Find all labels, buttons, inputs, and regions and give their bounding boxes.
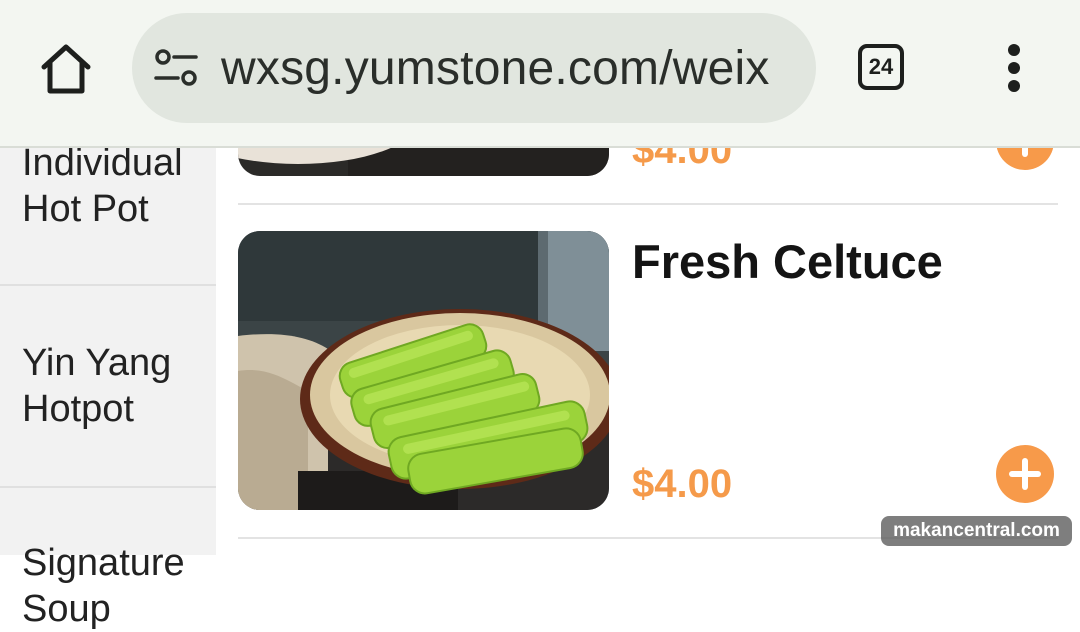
list-divider	[238, 203, 1058, 205]
category-divider	[0, 486, 216, 488]
product-name: Fresh Celtuce	[632, 235, 943, 288]
home-button[interactable]	[36, 40, 96, 100]
add-to-cart-button[interactable]	[996, 445, 1054, 503]
category-individual-hot-pot[interactable]: Individual Hot Pot	[0, 140, 216, 232]
tab-count: 24	[868, 54, 894, 79]
browser-toolbar: wxsg.yumstone.com/weix 24	[0, 0, 1080, 148]
product-image[interactable]	[238, 231, 609, 510]
more-vert-icon[interactable]	[996, 44, 1032, 92]
address-bar[interactable]: wxsg.yumstone.com/weix	[132, 13, 816, 123]
product-price: $4.00	[632, 462, 733, 506]
watermark: makancentral.com	[881, 516, 1072, 546]
home-icon	[41, 44, 91, 94]
category-label: Signature Soup	[22, 542, 185, 630]
category-yin-yang-hotpot[interactable]: Yin Yang Hotpot	[0, 340, 216, 432]
celtuce-photo	[238, 231, 609, 510]
category-signature-soup[interactable]: Signature Soup	[0, 540, 216, 632]
category-divider	[0, 284, 216, 286]
tune-icon[interactable]	[154, 49, 198, 87]
category-label: Yin Yang Hotpot	[22, 342, 172, 430]
category-label: Individual Hot Pot	[22, 142, 183, 230]
url-text[interactable]: wxsg.yumstone.com/weix	[221, 41, 770, 96]
tab-switcher-button[interactable]: 24	[858, 44, 904, 90]
